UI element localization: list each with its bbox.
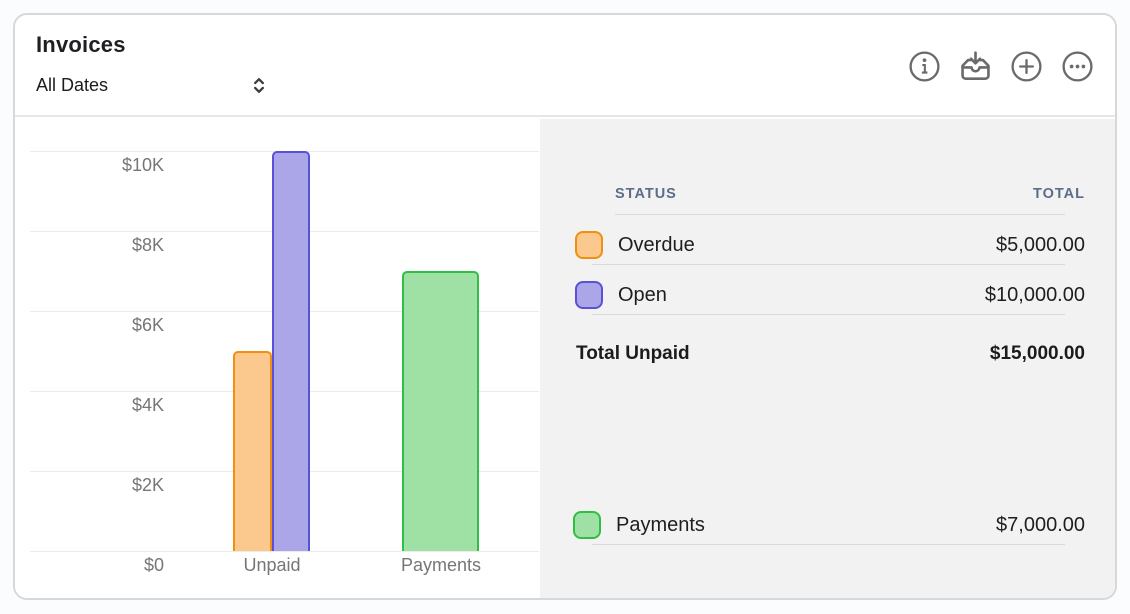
total-unpaid-row: Total Unpaid $15,000.00 xyxy=(576,343,1085,365)
invoices-widget: Invoices All Dates xyxy=(13,13,1117,600)
widget-body: $0 $2K $4K $6K $8K $10K Unpaid Payments STATUS … xyxy=(15,119,1115,598)
chart-plot: $0 $2K $4K $6K $8K $10K Unpaid Payments xyxy=(15,119,540,598)
summary-panel: STATUS TOTAL Overdue $5,000.00 Open $10,… xyxy=(540,119,1115,598)
payments-label: Payments xyxy=(616,514,705,537)
y-tick-label: $4K xyxy=(15,395,164,416)
invoices-bar-chart: $0 $2K $4K $6K $8K $10K Unpaid Payments xyxy=(15,119,540,598)
more-icon xyxy=(1061,50,1094,83)
y-tick-label: $2K xyxy=(15,475,164,496)
y-tick-label: $6K xyxy=(15,315,164,336)
add-icon xyxy=(1010,50,1043,83)
row-divider xyxy=(592,314,1065,315)
header-divider xyxy=(615,214,1065,215)
total-column-header: TOTAL xyxy=(1033,186,1085,202)
open-value: $10,000.00 xyxy=(985,284,1085,307)
select-chevrons-icon xyxy=(252,75,266,96)
payments-value: $7,000.00 xyxy=(996,514,1085,537)
x-category-label: Unpaid xyxy=(202,555,342,576)
total-unpaid-value: $15,000.00 xyxy=(990,343,1085,365)
bar-overdue[interactable] xyxy=(233,351,272,551)
open-row[interactable]: Open $10,000.00 xyxy=(575,280,1085,310)
open-legend-swatch xyxy=(575,281,603,309)
status-column-header: STATUS xyxy=(615,186,677,202)
export-icon xyxy=(957,48,994,85)
summary-table-header: STATUS TOTAL xyxy=(615,186,1085,202)
y-gridline xyxy=(30,551,539,552)
y-tick-label: $10K xyxy=(15,155,164,176)
y-tick-label: $0 xyxy=(15,555,164,576)
y-tick-label: $8K xyxy=(15,235,164,256)
total-unpaid-label: Total Unpaid xyxy=(576,343,690,365)
row-divider xyxy=(592,264,1065,265)
open-label: Open xyxy=(618,284,667,307)
overdue-legend-swatch xyxy=(575,231,603,259)
x-category-label: Payments xyxy=(371,555,511,576)
info-icon xyxy=(908,50,941,83)
date-filter-value: All Dates xyxy=(36,75,108,96)
bar-open[interactable] xyxy=(272,151,310,551)
add-button[interactable] xyxy=(1008,48,1044,84)
payments-legend-swatch xyxy=(573,511,601,539)
overdue-row[interactable]: Overdue $5,000.00 xyxy=(575,230,1085,260)
row-divider xyxy=(592,544,1065,545)
more-button[interactable] xyxy=(1059,48,1095,84)
header-actions xyxy=(906,48,1095,84)
overdue-label: Overdue xyxy=(618,234,695,257)
overdue-value: $5,000.00 xyxy=(996,234,1085,257)
export-button[interactable] xyxy=(957,48,993,84)
payments-row[interactable]: Payments $7,000.00 xyxy=(573,510,1085,540)
widget-header: Invoices All Dates xyxy=(15,15,1115,117)
date-filter-select[interactable]: All Dates xyxy=(36,75,266,96)
info-button[interactable] xyxy=(906,48,942,84)
page-title: Invoices xyxy=(36,32,126,58)
bar-payments[interactable] xyxy=(402,271,479,551)
